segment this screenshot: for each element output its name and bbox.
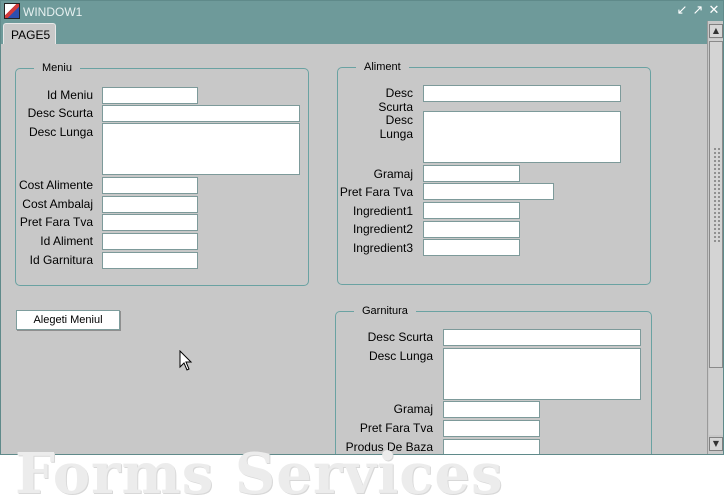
meniu-cost-alimente-field[interactable] — [102, 177, 198, 194]
meniu-id-aliment-field[interactable] — [102, 233, 198, 250]
aliment-ingredient3-field[interactable] — [423, 239, 520, 256]
garnitura-pret-fara-tva-field[interactable] — [443, 420, 540, 437]
meniu-desc-scurta-field[interactable] — [102, 105, 300, 122]
garnitura-desc-lunga-field[interactable] — [443, 348, 641, 400]
garnitura-frame-title: Garnitura — [354, 305, 416, 318]
grip-icon — [713, 147, 721, 242]
aliment-gramaj-field[interactable] — [423, 165, 520, 182]
aliment-pret-fara-tva-field[interactable] — [423, 183, 554, 200]
garnitura-desc-lunga-label: Desc Lunga — [368, 349, 433, 363]
meniu-id-garnitura-field[interactable] — [102, 252, 198, 269]
aliment-ingredient1-label: Ingredient1 — [352, 204, 413, 218]
meniu-id-aliment-label: Id Aliment — [40, 234, 93, 248]
aliment-desc-scurta-field[interactable] — [423, 85, 621, 102]
close-icon[interactable]: ✕ — [707, 4, 721, 18]
garnitura-gramaj-label: Gramaj — [393, 402, 433, 416]
window-title: WINDOW1 — [23, 5, 83, 19]
meniu-id-garnitura-label: Id Garnitura — [29, 253, 93, 267]
garnitura-gramaj-field[interactable] — [443, 401, 540, 418]
meniu-frame-title: Meniu — [34, 62, 80, 75]
aliment-desc-scurta-label: Desc Scurta — [378, 86, 413, 114]
meniu-id-meniu-field[interactable] — [102, 87, 198, 104]
aliment-ingredient3-label: Ingredient3 — [352, 241, 413, 255]
oracle-forms-icon — [4, 3, 20, 19]
scroll-thumb[interactable] — [709, 41, 723, 368]
aliment-ingredient2-label: Ingredient2 — [352, 222, 413, 236]
meniu-id-meniu-label: Id Meniu — [46, 88, 93, 102]
meniu-cost-alimente-label: Cost Alimente — [18, 178, 93, 192]
meniu-desc-scurta-label: Desc Scurta — [27, 106, 93, 120]
forms-services-watermark: Forms Services — [15, 441, 504, 498]
tab-strip: PAGE5 — [1, 21, 707, 44]
garnitura-pret-fara-tva-label: Pret Fara Tva — [359, 421, 433, 435]
scroll-up-icon[interactable]: ▲ — [709, 24, 723, 38]
vertical-scrollbar[interactable]: ▲ ▼ — [707, 21, 723, 454]
aliment-ingredient2-field[interactable] — [423, 221, 520, 238]
title-bar[interactable]: WINDOW1 ↙ ↗ ✕ — [1, 1, 723, 21]
tab-page5[interactable]: PAGE5 — [3, 23, 56, 44]
meniu-cost-ambalaj-field[interactable] — [102, 196, 198, 213]
aliment-gramaj-label: Gramaj — [373, 167, 413, 181]
garnitura-desc-scurta-field[interactable] — [443, 329, 641, 346]
alegeti-meniul-button[interactable]: Alegeti Meniul — [16, 310, 120, 330]
scroll-down-icon[interactable]: ▼ — [709, 437, 723, 451]
forms-window: WINDOW1 ↙ ↗ ✕ PAGE5 ▲ ▼ Meniu Id Meniu D… — [0, 0, 724, 455]
meniu-pret-fara-tva-label: Pret Fara Tva — [19, 215, 93, 229]
aliment-pret-fara-tva-label: Pret Fara Tva — [339, 185, 413, 199]
meniu-pret-fara-tva-field[interactable] — [102, 214, 198, 231]
aliment-desc-lunga-label: Desc Lunga — [379, 113, 413, 141]
aliment-ingredient1-field[interactable] — [423, 202, 520, 219]
maximize-icon[interactable]: ↗ — [691, 4, 705, 18]
meniu-desc-lunga-label: Desc Lunga — [28, 125, 93, 139]
aliment-frame-title: Aliment — [356, 61, 409, 74]
minimize-icon[interactable]: ↙ — [675, 4, 689, 18]
garnitura-desc-scurta-label: Desc Scurta — [367, 330, 433, 344]
mouse-pointer-icon — [179, 350, 193, 371]
aliment-desc-lunga-field[interactable] — [423, 111, 621, 163]
meniu-cost-ambalaj-label: Cost Ambalaj — [22, 197, 93, 211]
meniu-desc-lunga-field[interactable] — [102, 123, 300, 175]
